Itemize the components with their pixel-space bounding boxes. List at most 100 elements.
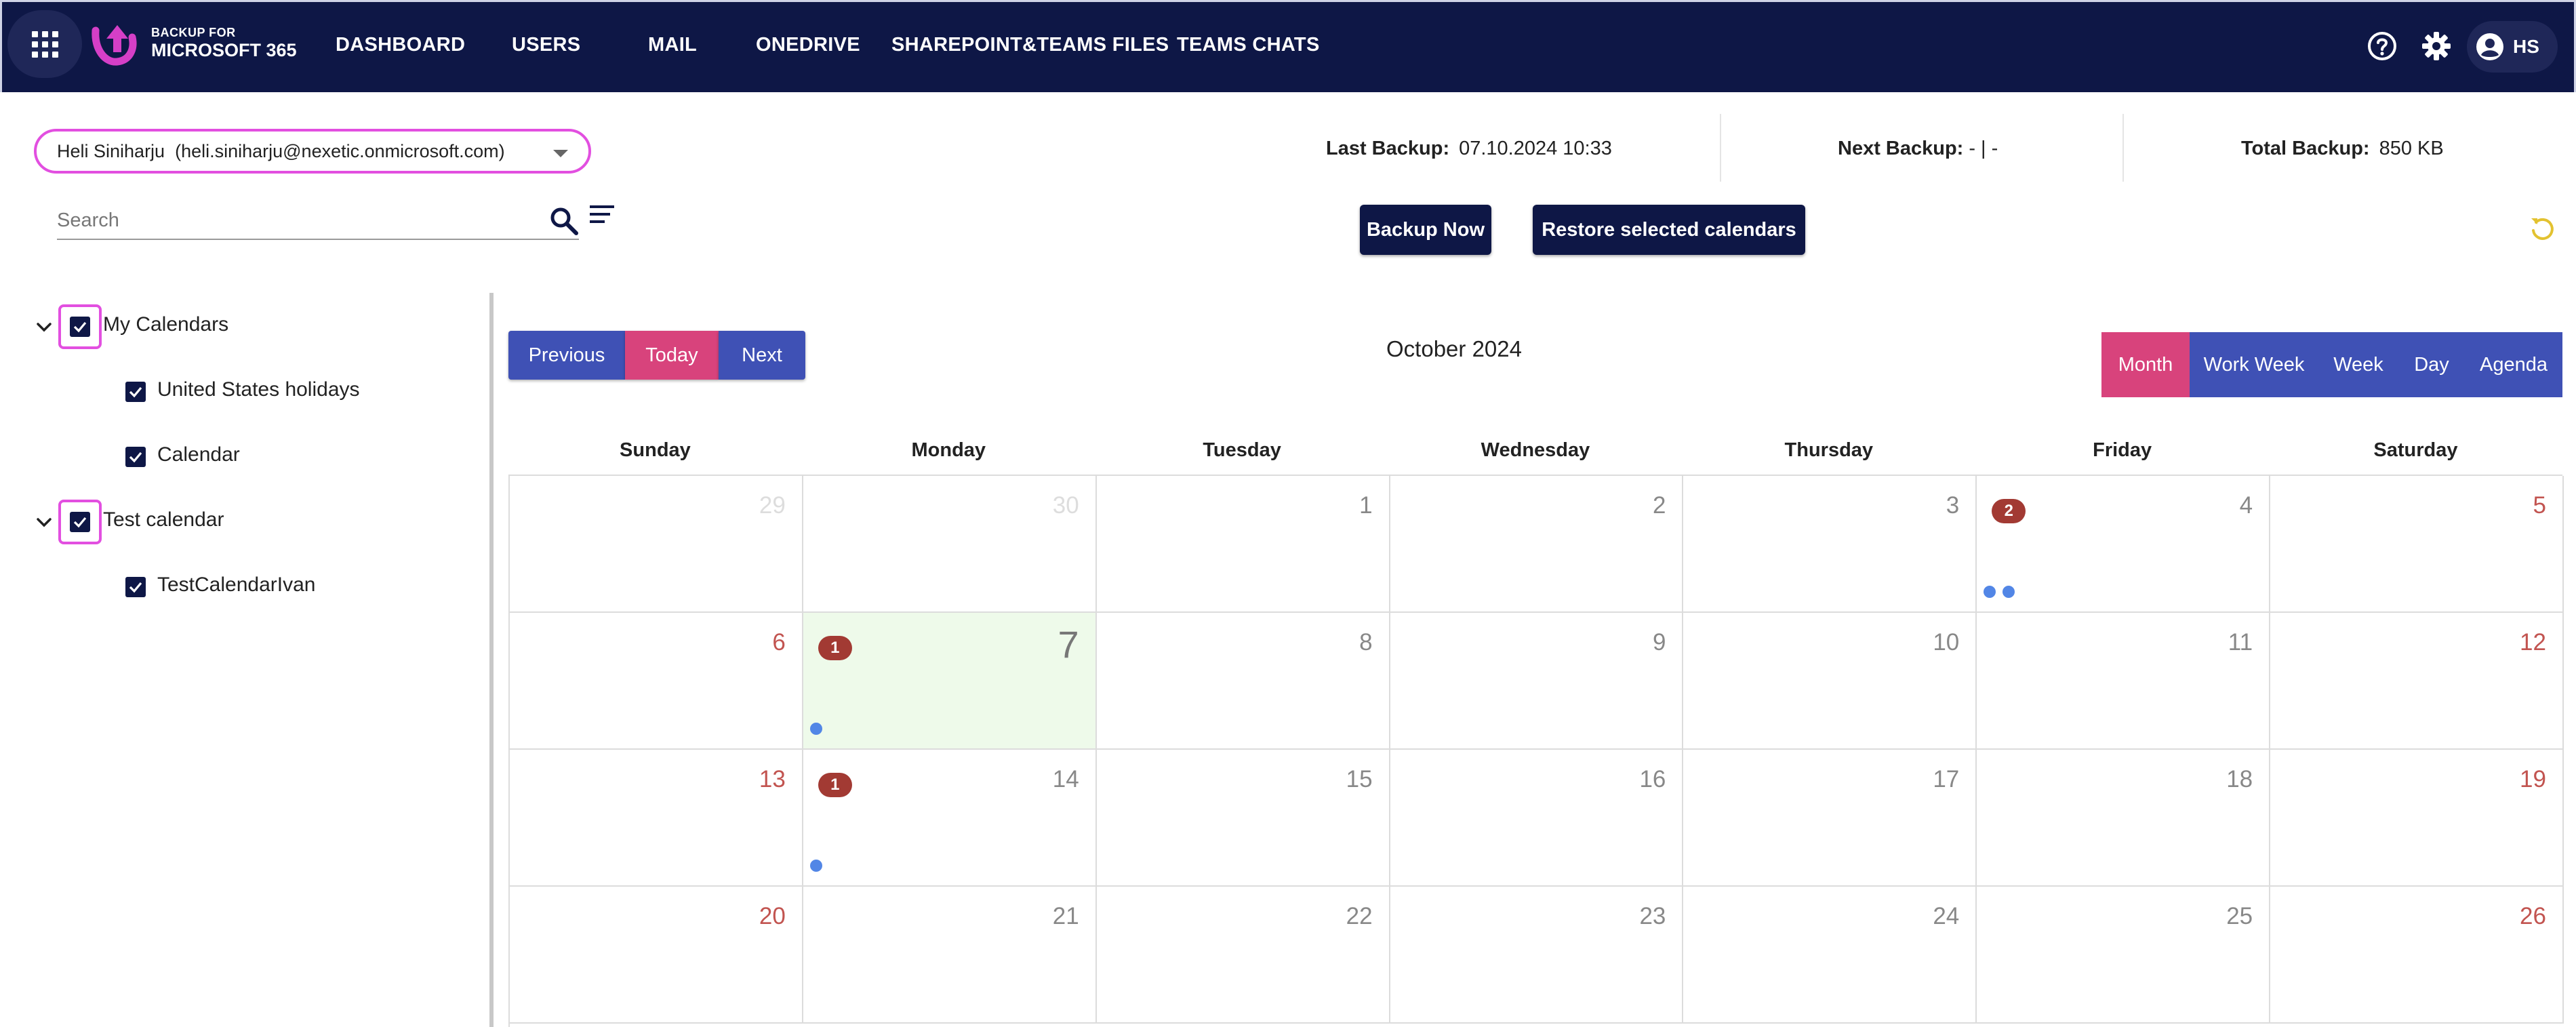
day-number: 20 bbox=[759, 903, 786, 929]
day-number: 22 bbox=[1346, 903, 1373, 929]
day-cell[interactable]: 42 bbox=[1977, 476, 2271, 613]
day-cell[interactable]: 3 bbox=[1683, 476, 1977, 613]
event-dot[interactable] bbox=[809, 860, 822, 872]
account-selected-value: Heli Siniharju (heli.siniharju@nexetic.o… bbox=[57, 140, 505, 161]
day-number: 18 bbox=[2226, 766, 2253, 792]
day-cell[interactable]: 11 bbox=[1977, 613, 2271, 750]
view-week-button[interactable]: Week bbox=[2318, 332, 2398, 397]
tree-item-calendar[interactable]: Calendar bbox=[157, 443, 240, 466]
settings-gear-icon[interactable] bbox=[2421, 31, 2452, 62]
brand-name: BACKUP FOR MICROSOFT 365 bbox=[151, 26, 297, 60]
my-calendars-checkbox[interactable] bbox=[58, 304, 102, 349]
previous-button[interactable]: Previous bbox=[508, 331, 625, 380]
stat-divider bbox=[1720, 114, 1721, 182]
nav-dashboard[interactable]: DASHBOARD bbox=[336, 34, 465, 56]
day-cell[interactable]: 14 1 bbox=[803, 750, 1097, 887]
day-number: 24 bbox=[1933, 903, 1960, 929]
event-dot[interactable] bbox=[809, 723, 822, 735]
chevron-down-icon[interactable] bbox=[34, 512, 54, 533]
next-backup-value: - | - bbox=[1969, 138, 1998, 159]
view-agenda-button[interactable]: Agenda bbox=[2465, 332, 2562, 397]
day-cell[interactable]: 12 bbox=[2270, 613, 2564, 750]
event-dot[interactable] bbox=[1984, 586, 1996, 598]
sidebar-divider[interactable] bbox=[489, 293, 494, 1027]
help-icon[interactable] bbox=[2367, 31, 2398, 62]
nav-users[interactable]: USERS bbox=[512, 34, 580, 56]
search-box bbox=[57, 203, 579, 240]
day-cell[interactable]: 23 bbox=[1390, 887, 1684, 1024]
nav-onedrive[interactable]: ONEDRIVE bbox=[756, 34, 860, 56]
event-count-badge[interactable]: 2 bbox=[1992, 499, 2026, 523]
united-states-holidays-checkbox[interactable] bbox=[125, 382, 146, 402]
day-cell[interactable]: 20 bbox=[510, 887, 803, 1024]
day-number: 7 bbox=[1058, 623, 1079, 666]
day-cell[interactable]: 2 bbox=[1390, 476, 1684, 613]
brand-line-1: BACKUP FOR bbox=[151, 26, 236, 39]
restore-selected-calendars-button[interactable]: Restore selected calendars bbox=[1533, 205, 1805, 255]
day-cell[interactable]: 17 bbox=[1683, 750, 1977, 887]
day-cell[interactable]: 10 bbox=[1683, 613, 1977, 750]
day-cell[interactable]: 21 bbox=[803, 887, 1097, 1024]
day-cell[interactable]: 22 bbox=[1096, 887, 1390, 1024]
day-cell[interactable]: 8 bbox=[1096, 613, 1390, 750]
day-cell[interactable]: 16 bbox=[1390, 750, 1684, 887]
backup-logo-icon bbox=[92, 25, 137, 66]
day-cell[interactable]: 6 bbox=[510, 613, 803, 750]
view-month-button[interactable]: Month bbox=[2101, 332, 2190, 397]
today-button[interactable]: Today bbox=[625, 331, 719, 380]
test-calendar-checkbox[interactable] bbox=[58, 500, 102, 544]
tree-item-united-states-holidays[interactable]: United States holidays bbox=[157, 378, 360, 401]
day-cell[interactable]: 29 bbox=[510, 476, 803, 613]
day-number: 5 bbox=[2533, 492, 2546, 519]
nav-teams-chats[interactable]: TEAMS CHATS bbox=[1177, 34, 1320, 56]
event-count-badge[interactable]: 1 bbox=[818, 773, 852, 797]
tree-item-testcalendarivan[interactable]: TestCalendarIvan bbox=[157, 573, 315, 597]
day-number: 14 bbox=[1052, 766, 1079, 792]
day-number: 10 bbox=[1933, 629, 1960, 656]
calendar-checkbox[interactable] bbox=[125, 447, 146, 467]
chevron-down-icon[interactable] bbox=[34, 317, 54, 338]
day-cell[interactable]: 18 bbox=[1977, 750, 2271, 887]
weekday-header: Sunday bbox=[620, 439, 691, 461]
user-initials: HS bbox=[2513, 36, 2539, 57]
user-menu-button[interactable]: HS bbox=[2467, 21, 2558, 73]
tree-item-test-calendar[interactable]: Test calendar bbox=[103, 508, 224, 531]
event-count-badge[interactable]: 1 bbox=[818, 636, 852, 660]
app-launcher-button[interactable] bbox=[7, 10, 82, 78]
day-cell[interactable]: 71 bbox=[803, 613, 1097, 750]
search-icon[interactable] bbox=[549, 206, 579, 236]
search-input[interactable] bbox=[57, 203, 525, 237]
day-cell[interactable]: 19 bbox=[2270, 750, 2564, 887]
backup-now-button[interactable]: Backup Now bbox=[1360, 205, 1491, 255]
day-cell[interactable]: 5 bbox=[2270, 476, 2564, 613]
day-cell[interactable]: 13 bbox=[510, 750, 803, 887]
view-day-button[interactable]: Day bbox=[2398, 332, 2465, 397]
day-cell[interactable]: 1 bbox=[1096, 476, 1390, 613]
event-dot[interactable] bbox=[2003, 586, 2015, 598]
nav-mail[interactable]: MAIL bbox=[648, 34, 697, 56]
next-button[interactable]: Next bbox=[719, 331, 805, 380]
day-number: 3 bbox=[1946, 492, 1960, 519]
day-number: 1 bbox=[1359, 492, 1373, 519]
weekday-header: Friday bbox=[2093, 439, 2152, 461]
weekday-header: Saturday bbox=[2373, 439, 2458, 461]
day-cell[interactable]: 15 bbox=[1096, 750, 1390, 887]
tree-item-my-calendars[interactable]: My Calendars bbox=[103, 313, 228, 336]
day-cell[interactable]: 25 bbox=[1977, 887, 2271, 1024]
checkbox-checked-icon bbox=[70, 512, 90, 532]
testcalendarivan-checkbox[interactable] bbox=[125, 577, 146, 597]
day-cell[interactable]: 30 bbox=[803, 476, 1097, 613]
account-selector[interactable]: Heli Siniharju (heli.siniharju@nexetic.o… bbox=[34, 129, 591, 174]
view-work-week-button[interactable]: Work Week bbox=[2190, 332, 2318, 397]
next-backup-label: Next Backup: bbox=[1838, 138, 1964, 159]
day-cell[interactable]: 24 bbox=[1683, 887, 1977, 1024]
day-number: 16 bbox=[1639, 766, 1666, 792]
day-cell[interactable]: 9 bbox=[1390, 613, 1684, 750]
filter-list-icon[interactable] bbox=[588, 203, 616, 226]
day-number: 8 bbox=[1359, 629, 1373, 656]
day-number: 13 bbox=[759, 766, 786, 792]
nav-sharepoint-teams-files[interactable]: SHAREPOINT&TEAMS FILES bbox=[891, 34, 1169, 56]
day-number: 6 bbox=[772, 629, 786, 656]
refresh-icon[interactable] bbox=[2529, 216, 2556, 243]
day-cell[interactable]: 26 bbox=[2270, 887, 2564, 1024]
